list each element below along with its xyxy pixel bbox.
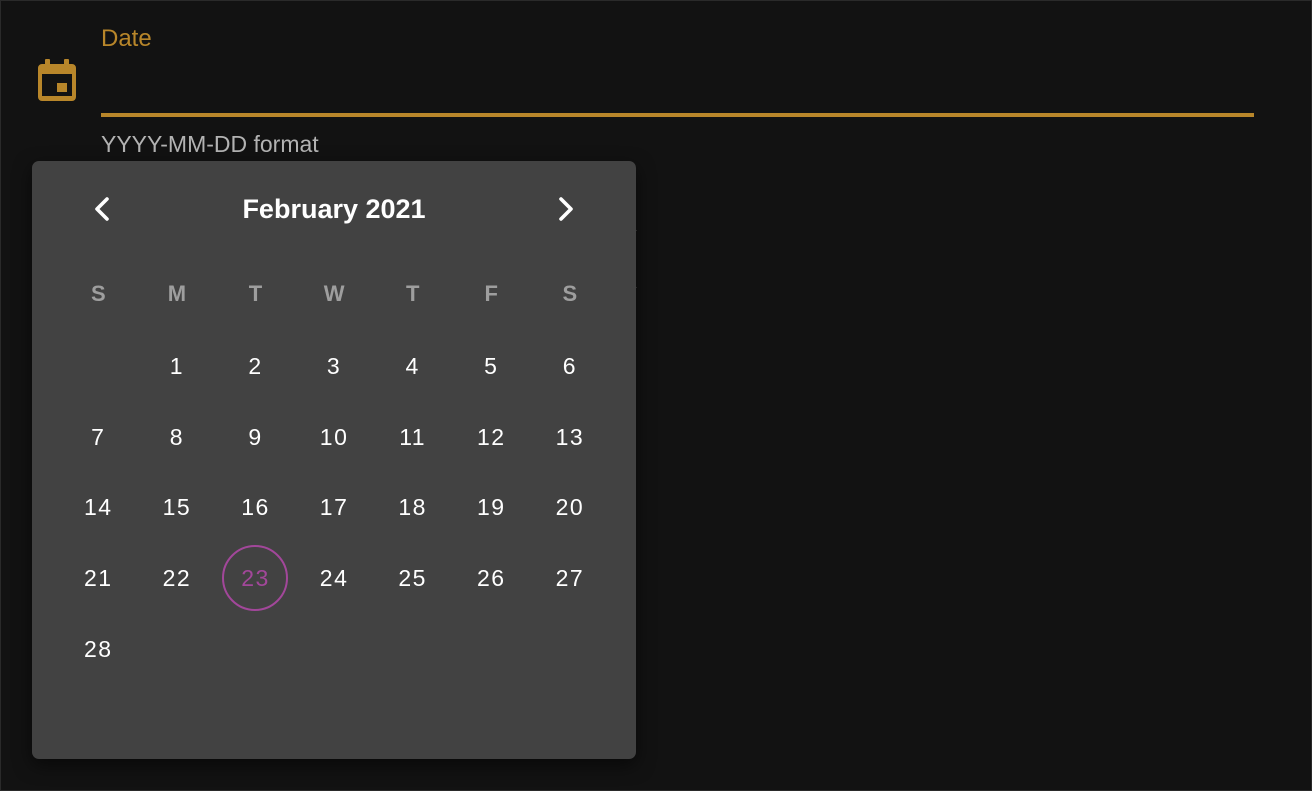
day-cell: 14 xyxy=(59,472,138,543)
weekday-label: S xyxy=(90,281,106,306)
day-cell: 27 xyxy=(531,543,610,614)
day-button[interactable]: 5 xyxy=(458,333,524,399)
weekday-label: M xyxy=(167,281,187,306)
day-button[interactable]: 26 xyxy=(458,545,524,611)
day-cell: 11 xyxy=(373,402,452,473)
weekday-label: F xyxy=(484,281,498,306)
empty-day xyxy=(144,616,210,682)
weekday-label: W xyxy=(323,281,345,306)
day-button[interactable]: 22 xyxy=(144,545,210,611)
day-button[interactable]: 12 xyxy=(458,404,524,470)
weekday-header-row: S M T W T F S xyxy=(59,279,609,309)
day-button[interactable]: 14 xyxy=(65,475,131,541)
day-button[interactable]: 9 xyxy=(222,404,288,470)
empty-day xyxy=(301,616,367,682)
calendar-week-row: 123456 xyxy=(59,331,609,402)
day-cell: 1 xyxy=(138,331,217,402)
empty-day xyxy=(537,616,603,682)
date-input[interactable] xyxy=(101,61,1253,111)
day-cell: 24 xyxy=(295,543,374,614)
day-button[interactable]: 18 xyxy=(380,475,446,541)
day-button[interactable]: 10 xyxy=(301,404,367,470)
day-button[interactable]: 7 xyxy=(65,404,131,470)
calendar-week-row: 14 15 16 17 18 19 20 xyxy=(59,472,609,543)
date-field-hint: YYYY-MM-DD format xyxy=(101,131,319,157)
day-cell: 17 xyxy=(295,472,374,543)
day-button[interactable]: 8 xyxy=(144,404,210,470)
calendar-week-row: 28 xyxy=(59,614,609,685)
day-cell: 8 xyxy=(138,402,217,473)
empty-day-cell xyxy=(452,614,531,685)
day-cell: 19 xyxy=(452,472,531,543)
day-cell: 2 xyxy=(216,331,295,402)
weekday-label: S xyxy=(562,281,578,306)
day-cell: 21 xyxy=(59,543,138,614)
weekday-label: T xyxy=(248,281,263,306)
empty-day xyxy=(458,616,524,682)
calendar-icon[interactable] xyxy=(37,59,77,103)
weekday-label: T xyxy=(405,281,420,306)
day-cell: 18 xyxy=(373,472,452,543)
empty-day-cell xyxy=(59,331,138,402)
next-month-button[interactable] xyxy=(541,185,589,233)
day-cell: 22 xyxy=(138,543,217,614)
date-field-underline xyxy=(101,113,1254,117)
day-button-today[interactable]: 23 xyxy=(222,545,289,612)
day-cell: 23 xyxy=(216,543,295,614)
day-button[interactable]: 16 xyxy=(222,475,288,541)
empty-day-cell xyxy=(373,614,452,685)
empty-day-cell xyxy=(138,614,217,685)
day-button[interactable]: 1 xyxy=(144,333,210,399)
day-cell: 16 xyxy=(216,472,295,543)
date-picker-popup: February 2021 S M T W T F S 1 2 3 4 5 6 7 8 9 10 1… xyxy=(32,161,636,759)
day-button[interactable]: 27 xyxy=(537,545,603,611)
empty-day-cell xyxy=(531,614,610,685)
day-cell: 9 xyxy=(216,402,295,473)
calendar-week-row: 7 8 9 10 11 12 13 xyxy=(59,402,609,473)
day-cell: 20 xyxy=(531,472,610,543)
day-button[interactable]: 3 xyxy=(301,333,367,399)
empty-day xyxy=(380,616,446,682)
day-cell: 13 xyxy=(531,402,610,473)
day-button[interactable]: 25 xyxy=(380,545,446,611)
day-button[interactable]: 24 xyxy=(301,545,367,611)
calendar-header: February 2021 xyxy=(32,181,636,237)
day-cell: 6 xyxy=(531,331,610,402)
day-cell: 3 xyxy=(295,331,374,402)
day-button[interactable]: 15 xyxy=(144,475,210,541)
page: Date YYYY-MM-DD format February 2021 S M… xyxy=(0,0,1312,791)
day-button[interactable]: 6 xyxy=(537,333,603,399)
empty-day xyxy=(222,616,288,682)
chevron-right-icon xyxy=(559,197,573,221)
day-cell: 7 xyxy=(59,402,138,473)
day-cell: 12 xyxy=(452,402,531,473)
calendar-week-row: 21 22 23 24 25 26 27 xyxy=(59,543,609,614)
day-button[interactable]: 13 xyxy=(537,404,603,470)
day-button[interactable]: 20 xyxy=(537,475,603,541)
empty-day-cell xyxy=(216,614,295,685)
day-cell: 25 xyxy=(373,543,452,614)
day-button[interactable]: 21 xyxy=(65,545,131,611)
day-cell: 5 xyxy=(452,331,531,402)
day-cell: 10 xyxy=(295,402,374,473)
day-button[interactable]: 17 xyxy=(301,475,367,541)
day-button[interactable]: 11 xyxy=(380,404,446,470)
day-button[interactable]: 19 xyxy=(458,475,524,541)
day-button[interactable]: 4 xyxy=(380,333,446,399)
empty-day xyxy=(65,333,131,399)
day-cell: 26 xyxy=(452,543,531,614)
date-field-label: Date xyxy=(101,25,152,52)
day-button[interactable]: 28 xyxy=(65,616,131,682)
empty-day-cell xyxy=(295,614,374,685)
day-cell: 15 xyxy=(138,472,217,543)
day-button[interactable]: 2 xyxy=(222,333,288,399)
day-cell: 28 xyxy=(59,614,138,685)
day-cell: 4 xyxy=(373,331,452,402)
